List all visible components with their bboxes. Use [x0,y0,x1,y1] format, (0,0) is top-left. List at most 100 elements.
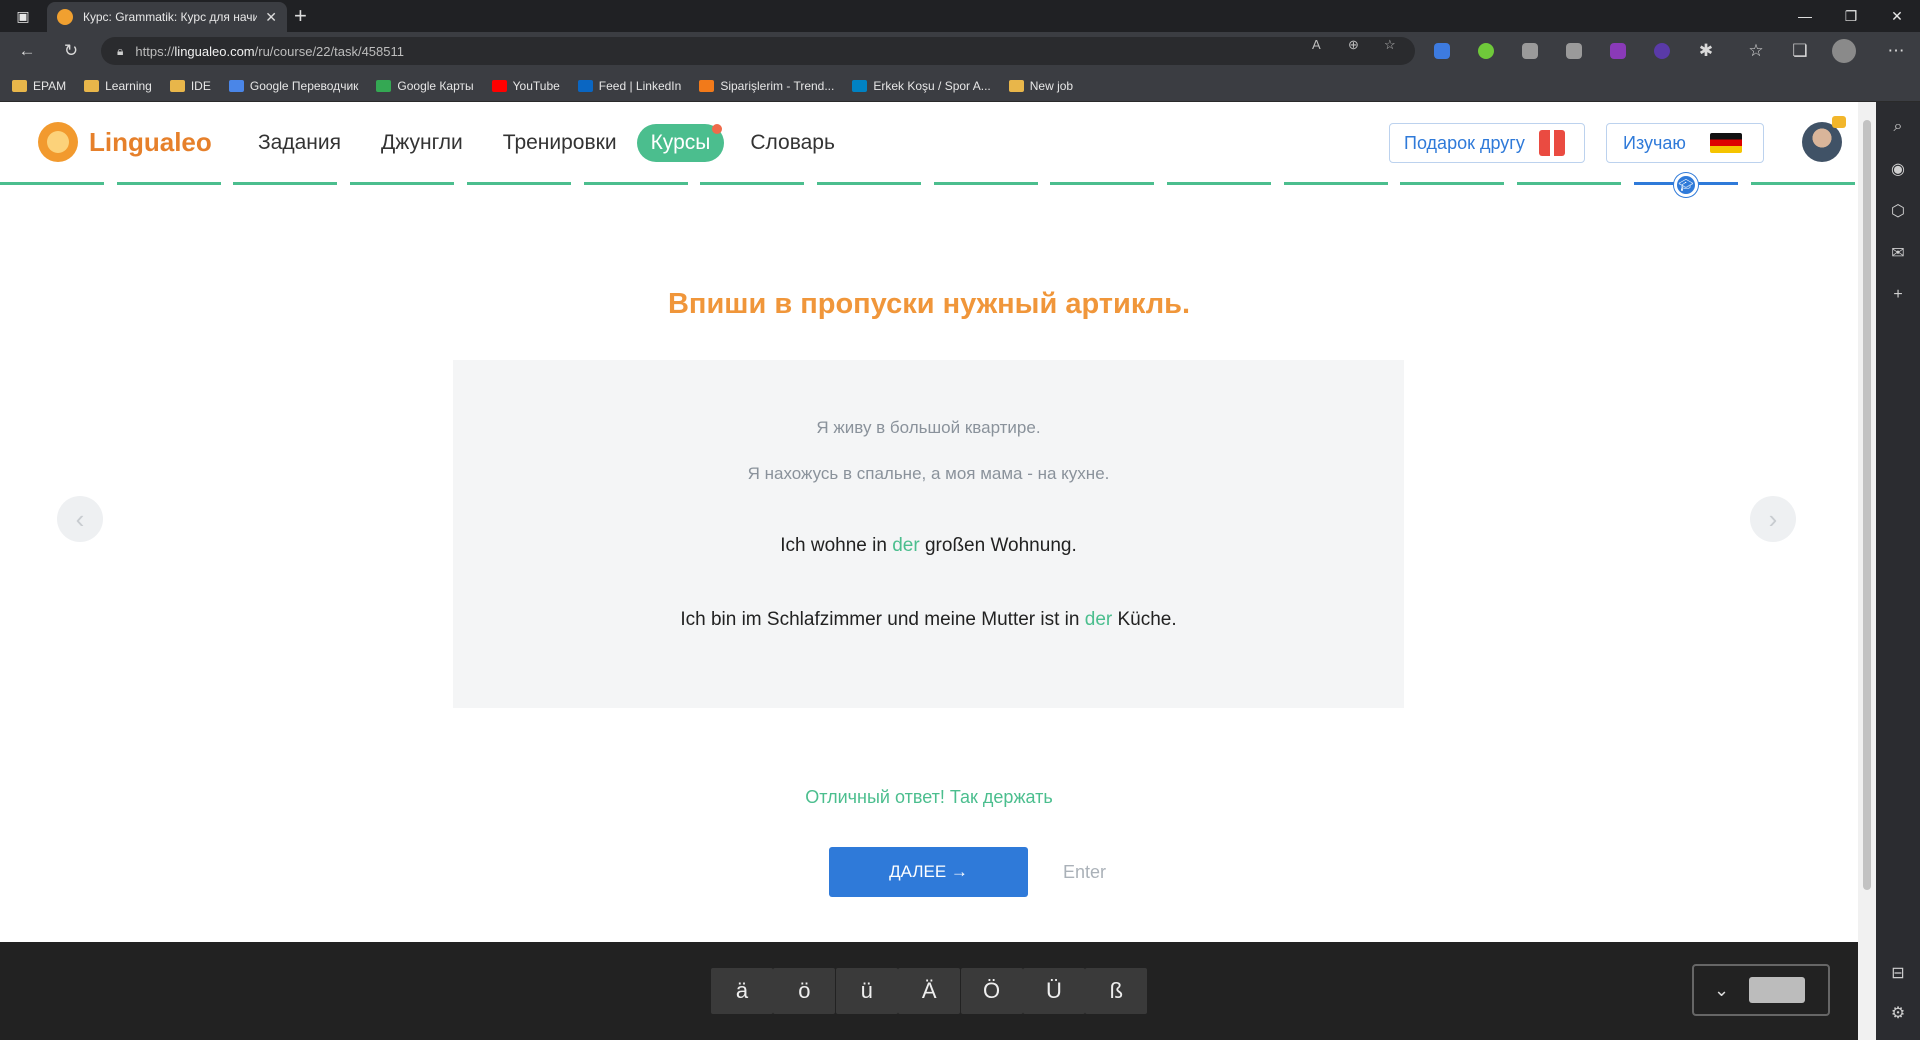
progress-segment[interactable] [816,182,921,185]
search-icon[interactable]: ⌕ [1887,116,1909,138]
bookmark-label: IDE [190,78,211,93]
progress-segment[interactable] [116,182,221,185]
folder-icon [1008,79,1024,92]
next-button[interactable]: ДАЛЕЕ → [829,847,1028,897]
folder-icon [169,79,185,92]
copilot-icon[interactable]: ◉ [1887,158,1909,180]
google-translate-icon [228,79,244,92]
new-tab-button[interactable]: + [294,3,307,29]
address-bar[interactable]: 🔒︎ https://lingualeo.com/ru/course/22/ta… [101,37,1415,65]
answer-field-1[interactable]: der [892,535,919,556]
page-content: Lingualeo Задания Джунгли Тренировки Курсы С… [0,102,1858,942]
translate-extension-icon[interactable] [1434,43,1450,59]
progress-segment[interactable] [583,182,688,185]
next-arrow-icon[interactable]: › [1750,496,1796,542]
extension-icon[interactable] [1654,43,1670,59]
progress-segment[interactable] [350,182,455,185]
special-char-key[interactable]: ü [835,968,898,1014]
prev-arrow-icon[interactable]: ‹ [57,496,103,542]
close-tab-icon[interactable]: ✕ [265,9,277,26]
sidebar-hide-icon[interactable]: ⊟ [1887,962,1909,984]
special-char-key[interactable]: Ä [898,968,961,1014]
bookmark-item[interactable]: Google Переводчик [228,79,358,93]
progress-segment[interactable] [1400,182,1505,185]
bookmark-item[interactable]: Learning [84,79,152,93]
tab-actions-icon[interactable]: ▣ [0,0,46,32]
tab-title: Курс: Grammatik: Курс для начи [83,10,258,24]
nav-item[interactable]: Курсы [636,124,725,162]
extension-icon[interactable] [1566,43,1582,59]
minimize-icon[interactable]: — [1782,0,1828,32]
keyboard-toggle-button[interactable]: ⌄ [1692,964,1830,1016]
games-icon[interactable]: ⬡ [1887,200,1909,222]
collections-icon[interactable]: ❏ [1788,39,1812,63]
gift-friend-label: Подарок другу [1404,132,1525,153]
bookmark-item[interactable]: Google Карты [376,79,474,93]
more-menu-icon[interactable]: ⋯ [1884,39,1908,63]
bookmark-item[interactable]: Siparişlerim - Trend... [699,79,834,93]
bookmarks-bar: EPAM Learning IDE Google Переводчик Google К… [0,70,1920,102]
gift-friend-button[interactable]: Подарок другу [1389,123,1585,163]
special-char-key[interactable]: Ö [960,968,1023,1014]
special-char-key[interactable]: ö [773,968,836,1014]
answer-field-2[interactable]: der [1085,609,1112,630]
progress-segment[interactable] [1750,182,1855,185]
user-avatar[interactable] [1802,122,1842,162]
lock-icon: 🔒︎ [117,43,124,58]
nav-item[interactable]: Джунгли [381,125,463,161]
special-char-key[interactable]: ß [1085,968,1148,1014]
nav-item[interactable]: Задания [258,125,341,161]
progress-segment[interactable] [1050,182,1155,185]
restore-icon[interactable]: ❐ [1828,0,1874,32]
learning-language-button[interactable]: Изучаю [1606,123,1764,163]
bookmark-item[interactable]: EPAM [12,79,66,93]
extension-icon[interactable] [1522,43,1538,59]
special-char-key[interactable]: Ü [1023,968,1085,1014]
special-characters-bar: ⌄ äöüÄÖÜß [0,942,1858,1040]
progress-segment[interactable] [1167,182,1271,185]
progress-segment[interactable] [466,182,571,185]
bookmark-item[interactable]: IDE [169,78,211,93]
nav-item[interactable]: Словарь [750,125,835,161]
bookmark-label: Feed | LinkedIn [598,78,682,93]
outlook-icon[interactable]: ✉ [1887,242,1909,264]
nav-item[interactable]: Тренировки [503,125,617,161]
gift-icon [1538,130,1565,156]
read-aloud-icon[interactable]: A [1312,37,1321,52]
add-icon[interactable]: + [1887,284,1909,306]
bookmark-label: YouTube [512,78,560,93]
progress-segment[interactable] [700,182,805,185]
progress-segment[interactable] [1283,182,1388,185]
progress-segment[interactable] [933,182,1038,185]
bookmark-item[interactable]: New job [1008,79,1073,93]
grammarly-extension-icon[interactable] [1478,43,1494,59]
page-scrollbar[interactable] [1858,102,1876,1040]
back-icon[interactable]: ← [15,39,39,63]
extensions-puzzle-icon[interactable]: ✱ [1694,39,1718,63]
bookmark-item[interactable]: Feed | LinkedIn [577,78,682,93]
bookmark-item[interactable]: YouTube [491,78,560,93]
settings-gear-icon[interactable]: ⚙ [1887,1002,1909,1024]
progress-segment[interactable] [233,182,338,185]
refresh-icon[interactable]: ↻ [59,39,83,63]
course-progress-bar: 🎓︎ [0,173,1858,202]
lingualeo-logo[interactable]: Lingualeo [38,122,212,162]
scrollbar-thumb[interactable] [1863,120,1871,890]
bookmark-item[interactable]: Erkek Koşu / Spor A... [852,79,991,93]
main-nav: Задания Джунгли Тренировки Курсы Словарь [258,124,875,162]
progress-segment[interactable] [1517,182,1622,185]
special-char-key[interactable]: ä [711,968,773,1014]
browser-tab[interactable]: Курс: Grammatik: Курс для начи ✕ [47,2,287,32]
extension-icon[interactable] [1610,43,1626,59]
nav-item-label: Курсы [650,131,711,154]
zoom-icon[interactable]: ⊕ [1348,37,1359,53]
profile-avatar-icon[interactable] [1832,39,1856,63]
favorite-star-icon[interactable]: ☆ [1384,37,1396,53]
german-flag-icon [1709,133,1742,153]
folder-icon [12,79,27,92]
close-window-icon[interactable]: ✕ [1874,0,1920,32]
browser-titlebar: ▣ Курс: Grammatik: Курс для начи ✕ + — ❐… [0,0,1920,32]
progress-segment[interactable] [0,182,104,185]
favorites-icon[interactable]: ☆ [1744,39,1768,63]
german-sentence-1: Ich wohne in der großen Wohnung. [780,535,1077,556]
